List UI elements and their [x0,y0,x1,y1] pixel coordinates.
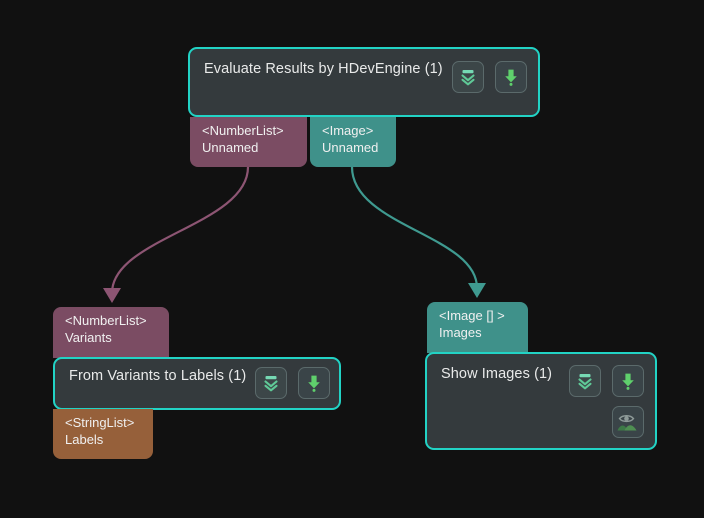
down-arrow-dot-icon [618,371,638,391]
node-show-images-body[interactable]: Show Images (1) [425,352,657,450]
port-name-label: Images [439,325,482,340]
node-show-images-collapse-button[interactable] [569,365,601,397]
node-show-images-execute-button[interactable] [612,365,644,397]
node-show-images[interactable]: <Image [] > Images Show Images (1) [0,0,704,518]
node-graph-canvas: Evaluate Results by HDevEngine (1) <Numb… [0,0,704,518]
double-chevron-down-icon [575,371,595,391]
node-show-images-title: Show Images (1) [441,366,553,382]
port-in-image-array-images[interactable]: <Image [] > Images [427,302,528,353]
image-preview-eye-icon [616,410,640,434]
port-type-label: <Image [] > [439,308,505,323]
node-show-images-preview-button[interactable] [612,406,644,438]
